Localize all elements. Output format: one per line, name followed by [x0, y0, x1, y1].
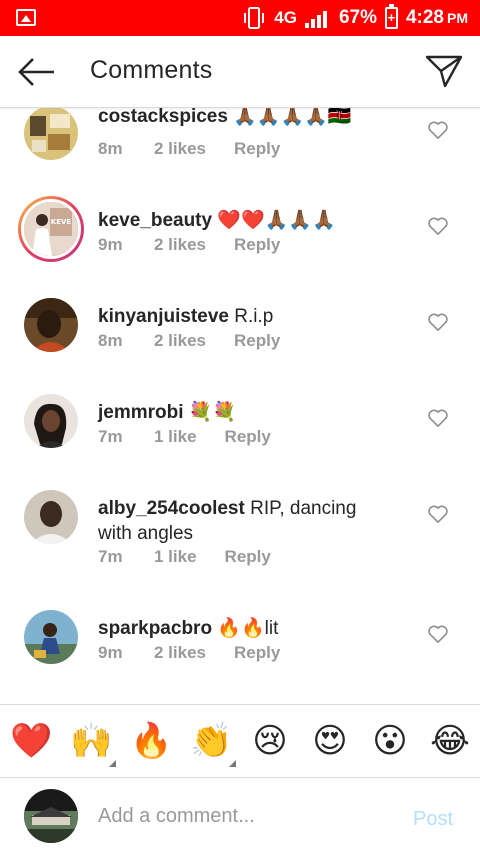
my-avatar [24, 789, 78, 843]
comment-time: 9m [98, 235, 123, 254]
emoji-raised-hands-button[interactable]: 🙌 [70, 721, 116, 767]
emoji-surprised-button[interactable]: 😮 [370, 721, 410, 761]
comment-list[interactable]: costackspices 🙏🏾🙏🏾🙏🏾🙏🏾🇰🇪 8m 2 likes Repl… [0, 108, 480, 704]
avatar-image [24, 394, 78, 448]
avatar-story-ring[interactable]: KEVE [18, 196, 84, 262]
comment-likes[interactable]: 1 like [154, 547, 197, 567]
comment-username[interactable]: costackspices [98, 108, 228, 127]
comment-body: R.i.p [234, 306, 274, 327]
comment-meta: 7m 1 like Reply [98, 427, 271, 447]
avatar-image [24, 490, 78, 544]
network-type: 4G [274, 8, 297, 27]
like-heart-icon[interactable] [427, 216, 449, 236]
comment-meta: 9m 2 likes Reply [98, 235, 280, 255]
clock: 4:28 PM [406, 7, 468, 29]
emoji-heart-eyes-button[interactable]: 😍 [310, 721, 350, 761]
comment-time: 7m [98, 427, 123, 446]
comment-time: 9m [98, 643, 123, 662]
comment-likes[interactable]: 1 like [154, 427, 197, 447]
comment-username[interactable]: keve_beauty [98, 210, 212, 231]
comment-text: costackspices 🙏🏾🙏🏾🙏🏾🙏🏾🇰🇪 [98, 108, 398, 129]
emoji-heart-button[interactable]: ❤️ [10, 721, 52, 761]
back-arrow-icon[interactable] [14, 52, 58, 92]
reply-button[interactable]: Reply [225, 427, 271, 447]
like-heart-icon[interactable] [427, 312, 449, 332]
clock-time: 4:28 [405, 7, 444, 28]
avatar[interactable] [24, 490, 78, 544]
comment-text: kinyanjuisteve R.i.p [98, 304, 398, 329]
comment-text: alby_254coolest RIP, dancing with angles [98, 496, 388, 546]
emoji-quick-bar: ❤️ 🙌 🔥 👏 😢 😍 😮 😂 [0, 704, 480, 778]
my-avatar-image [24, 789, 78, 843]
comment-body: 💐💐 [188, 402, 237, 423]
signal-icon [304, 8, 331, 28]
status-indicators: 4G 67% 4:28 PM [242, 4, 468, 30]
emoji-raised-hands-glyph: 🙌 [70, 721, 113, 761]
comment-username[interactable]: sparkpacbro [98, 618, 212, 639]
comment-username[interactable]: alby_254coolest [98, 498, 245, 519]
page-title: Comments [90, 56, 213, 84]
comment-text: keve_beauty ❤️❤️🙏🏾🙏🏾🙏🏾 [98, 208, 398, 233]
avatar-image [24, 298, 78, 352]
comment-time: 8m [98, 139, 123, 158]
send-icon[interactable] [424, 51, 464, 91]
comment-likes[interactable]: 2 likes [154, 139, 206, 159]
reply-button[interactable]: Reply [234, 643, 280, 663]
like-heart-icon[interactable] [427, 504, 449, 524]
comment-likes[interactable]: 2 likes [154, 643, 206, 663]
status-bar: 4G 67% 4:28 PM [0, 0, 480, 36]
like-heart-icon[interactable] [427, 408, 449, 428]
comment-body: 🔥🔥lit [217, 618, 279, 639]
comment-username[interactable]: jemmrobi [98, 402, 184, 423]
comment-time: 7m [98, 547, 123, 566]
avatar-image [24, 108, 78, 160]
reply-button[interactable]: Reply [234, 331, 280, 351]
emoji-crying-button[interactable]: 😢 [250, 721, 290, 761]
comment-input[interactable] [98, 800, 398, 832]
emoji-clapping-glyph: 👏 [190, 721, 233, 761]
comment-body: 🙏🏾🙏🏾🙏🏾🙏🏾🇰🇪 [233, 108, 352, 127]
post-button[interactable]: Post [413, 808, 453, 831]
comment-text: sparkpacbro 🔥🔥lit [98, 616, 398, 641]
reply-button[interactable]: Reply [234, 139, 280, 159]
battery-percent: 67% [338, 7, 377, 28]
comment-meta: 9m 2 likes Reply [98, 643, 280, 663]
skin-tone-indicator-icon [229, 760, 236, 767]
comment-time: 8m [98, 331, 123, 350]
svg-text:KEVE: KEVE [51, 218, 72, 226]
comment-text: jemmrobi 💐💐 [98, 400, 398, 425]
comment-likes[interactable]: 2 likes [154, 235, 206, 255]
comments-header: Comments [0, 36, 480, 108]
reply-button[interactable]: Reply [225, 547, 271, 567]
avatar-image: KEVE [24, 202, 78, 256]
clock-ampm: PM [447, 10, 468, 26]
comment-composer: Post [0, 778, 480, 854]
like-heart-icon[interactable] [427, 120, 449, 140]
comment-likes[interactable]: 2 likes [154, 331, 206, 351]
like-heart-icon[interactable] [427, 624, 449, 644]
vibrate-icon [244, 7, 265, 29]
comment-body: ❤️❤️🙏🏾🙏🏾🙏🏾 [217, 210, 336, 231]
gallery-notification-icon [16, 9, 36, 26]
comment-meta: 8m 2 likes Reply [98, 139, 280, 159]
avatar[interactable] [24, 108, 78, 160]
emoji-clapping-button[interactable]: 👏 [190, 721, 236, 767]
avatar[interactable] [24, 298, 78, 352]
emoji-fire-button[interactable]: 🔥 [130, 721, 172, 761]
avatar-image [24, 610, 78, 664]
skin-tone-indicator-icon [109, 760, 116, 767]
reply-button[interactable]: Reply [234, 235, 280, 255]
emoji-tears-of-joy-button[interactable]: 😂 [430, 721, 470, 761]
comment-meta: 8m 2 likes Reply [98, 331, 280, 351]
avatar[interactable] [24, 394, 78, 448]
battery-charging-icon [384, 4, 398, 29]
comment-meta: 7m 1 like Reply [98, 547, 271, 567]
comment-username[interactable]: kinyanjuisteve [98, 306, 229, 327]
avatar[interactable] [24, 610, 78, 664]
